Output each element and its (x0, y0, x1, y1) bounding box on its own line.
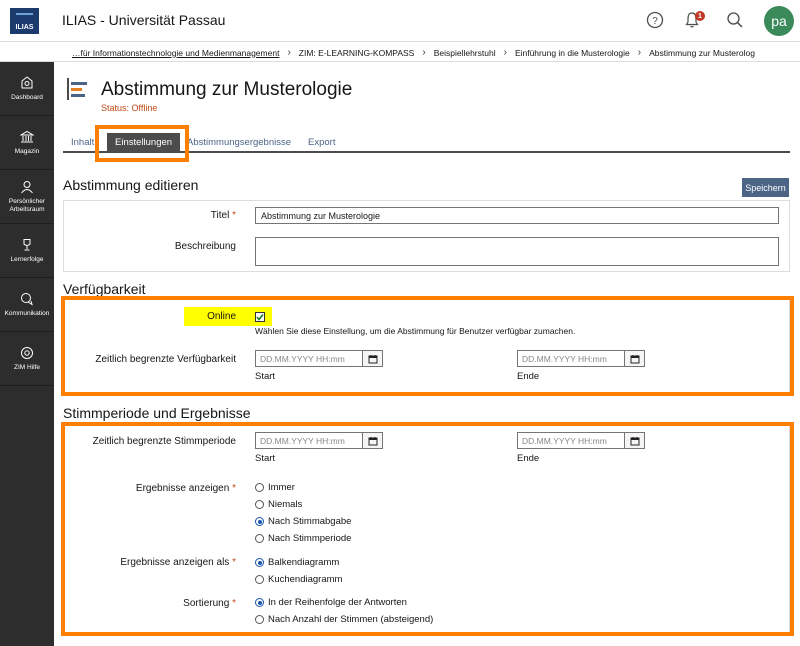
voting-highlight (61, 422, 794, 636)
breadcrumb-item[interactable]: Einführung in die Musterologie (515, 48, 630, 58)
breadcrumb: …für Informationstechnologie und Medienm… (0, 42, 800, 62)
building-icon (20, 130, 34, 143)
svg-text:?: ? (652, 16, 658, 27)
sidebar-item-dashboard[interactable]: Dashboard (0, 62, 54, 116)
breadcrumb-item[interactable]: Abstimmung zur Musterolog (649, 48, 755, 58)
section-title-voting: Stimmperiode und Ergebnisse (63, 405, 251, 421)
description-label: Beschreibung (174, 241, 236, 252)
user-icon (21, 181, 33, 194)
sidebar-item-lernerfolge[interactable]: Lernerfolge (0, 224, 54, 278)
sidebar-item-zim-hilfe[interactable]: ZIM Hilfe (0, 332, 54, 386)
app-title[interactable]: ILIAS - Universität Passau (62, 12, 225, 28)
chat-icon (21, 292, 33, 306)
description-textarea[interactable] (255, 237, 779, 266)
title-input[interactable] (255, 207, 779, 224)
title-label: Titel * (210, 210, 236, 221)
sidebar-item-kommunikation[interactable]: Kommunikation (0, 278, 54, 332)
save-button[interactable]: Speichern (742, 178, 789, 197)
notification-bell-icon[interactable]: 1 (681, 9, 705, 31)
breadcrumb-item[interactable]: …für Informationstechnologie und Medienm… (72, 48, 279, 58)
sidebar-item-magazin[interactable]: Magazin (0, 116, 54, 170)
tab-export[interactable]: Export (308, 137, 335, 148)
availability-highlight (61, 296, 794, 396)
top-bar: ILIAS ILIAS - Universität Passau ? 1 pa (0, 0, 800, 42)
ilias-logo[interactable]: ILIAS (10, 8, 39, 34)
main-sidebar: Dashboard Magazin Persönlicher Arbeitsra… (0, 62, 54, 646)
tab-abstimmungsergebnisse[interactable]: Abstimmungsergebnisse (187, 137, 291, 148)
search-icon[interactable] (724, 9, 746, 31)
status-text: Status: Offline (101, 103, 158, 113)
tab-inhalt[interactable]: Inhalt (71, 137, 94, 148)
lifebuoy-icon (21, 346, 33, 359)
breadcrumb-item[interactable]: Beispiellehrstuhl (434, 48, 496, 58)
avatar[interactable]: pa (764, 6, 794, 36)
chevron-right-icon: › (422, 47, 426, 58)
survey-icon (67, 78, 89, 100)
tab-highlight (95, 125, 189, 162)
chevron-right-icon: › (503, 47, 507, 58)
section-title-edit: Abstimmung editieren (63, 177, 199, 193)
notification-badge: 1 (695, 11, 705, 21)
sidebar-item-workspace[interactable]: Persönlicher Arbeitsraum (0, 170, 54, 224)
breadcrumb-item[interactable]: ZIM: E-LEARNING-KOMPASS (299, 48, 415, 58)
section-title-availability: Verfügbarkeit (63, 281, 146, 297)
help-icon[interactable]: ? (644, 9, 666, 31)
page-title: Abstimmung zur Musterologie (101, 79, 353, 100)
trophy-icon (23, 238, 31, 251)
chevron-right-icon: › (637, 47, 642, 58)
chevron-right-icon: › (287, 47, 291, 58)
dashboard-icon (21, 76, 33, 89)
